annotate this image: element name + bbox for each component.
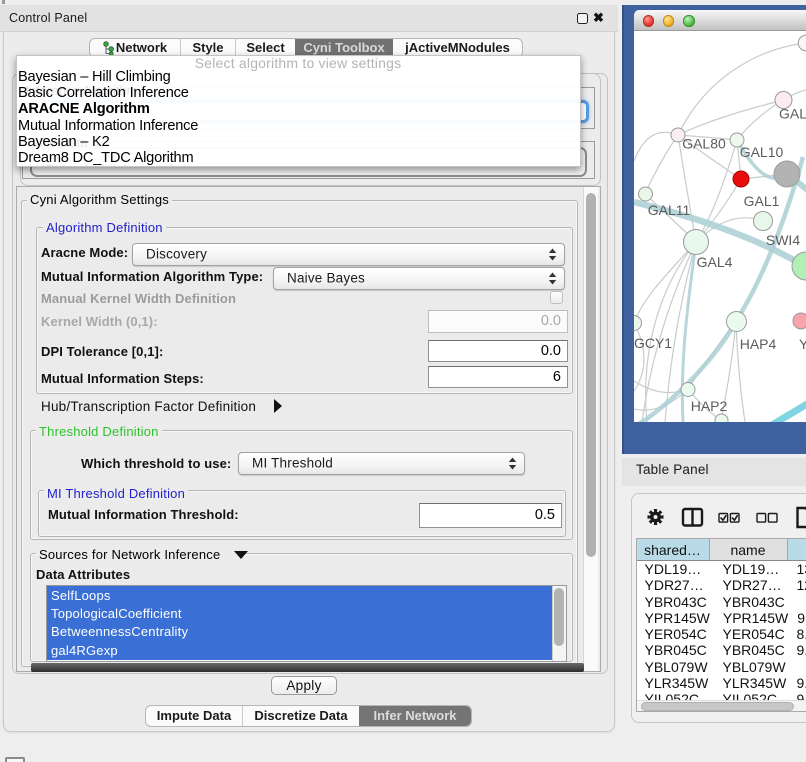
svg-text:GAL80: GAL80	[682, 136, 726, 152]
svg-text:GCY1: GCY1	[634, 335, 672, 351]
svg-text:GAL4: GAL4	[697, 254, 733, 270]
svg-text:YE: YE	[799, 336, 806, 352]
svg-text:GAL10: GAL10	[740, 144, 784, 160]
svg-text:GAL1: GAL1	[744, 193, 780, 209]
svg-text:GAL7: GAL7	[779, 106, 806, 122]
svg-text:SWI4: SWI4	[766, 232, 800, 248]
svg-text:GAL11: GAL11	[648, 202, 691, 218]
svg-text:HAP4: HAP4	[740, 336, 777, 352]
svg-text:HAP2: HAP2	[691, 398, 728, 414]
